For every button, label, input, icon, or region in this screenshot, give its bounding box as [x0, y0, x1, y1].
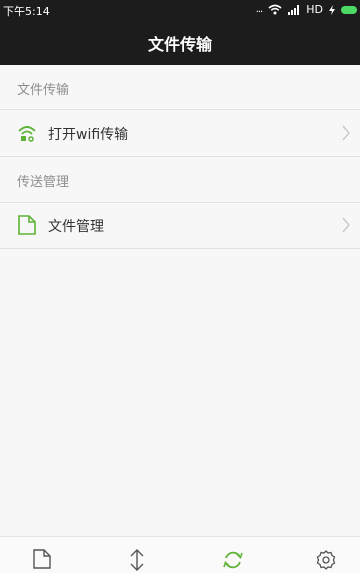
status-time: 下午5:14 [3, 5, 50, 18]
settings-gear-icon [315, 549, 337, 571]
content-area: 文件传输 打开wifi传输 传送管理 文件管理 [0, 65, 360, 536]
transfer-arrows-icon [127, 549, 149, 571]
tab-sync[interactable] [222, 549, 244, 571]
sync-icon [222, 549, 244, 571]
list-item-wifi-transfer[interactable]: 打开wifi传输 [0, 110, 360, 156]
charging-icon [329, 4, 335, 15]
section-header-transfer: 文件传输 [17, 83, 70, 98]
wifi-transfer-label: 打开wifi传输 [48, 127, 129, 143]
cell-signal-icon [288, 4, 300, 15]
tab-transfer[interactable] [127, 549, 149, 571]
network-type: HD [306, 3, 323, 16]
tab-settings[interactable] [315, 549, 337, 571]
section-header-management: 传送管理 [17, 175, 70, 190]
divider [0, 248, 360, 249]
app-header: 文件传输 [0, 20, 360, 65]
chevron-right-icon [341, 125, 351, 141]
file-icon [17, 215, 37, 235]
chevron-right-icon [341, 217, 351, 233]
list-item-file-management[interactable]: 文件管理 [0, 202, 360, 248]
file-management-label: 文件管理 [48, 219, 104, 235]
page-title: 文件传输 [147, 34, 212, 54]
tab-files[interactable] [32, 549, 54, 571]
file-icon [32, 549, 54, 569]
signal-dots: ... [255, 4, 263, 15]
wifi-transfer-icon [17, 123, 37, 143]
battery-icon [341, 5, 357, 14]
status-bar: 下午5:14 ... HD [0, 0, 360, 20]
wifi-icon [268, 4, 282, 15]
divider [0, 156, 360, 157]
status-icons: ... HD [256, 3, 357, 16]
bottom-tab-bar [0, 536, 360, 573]
